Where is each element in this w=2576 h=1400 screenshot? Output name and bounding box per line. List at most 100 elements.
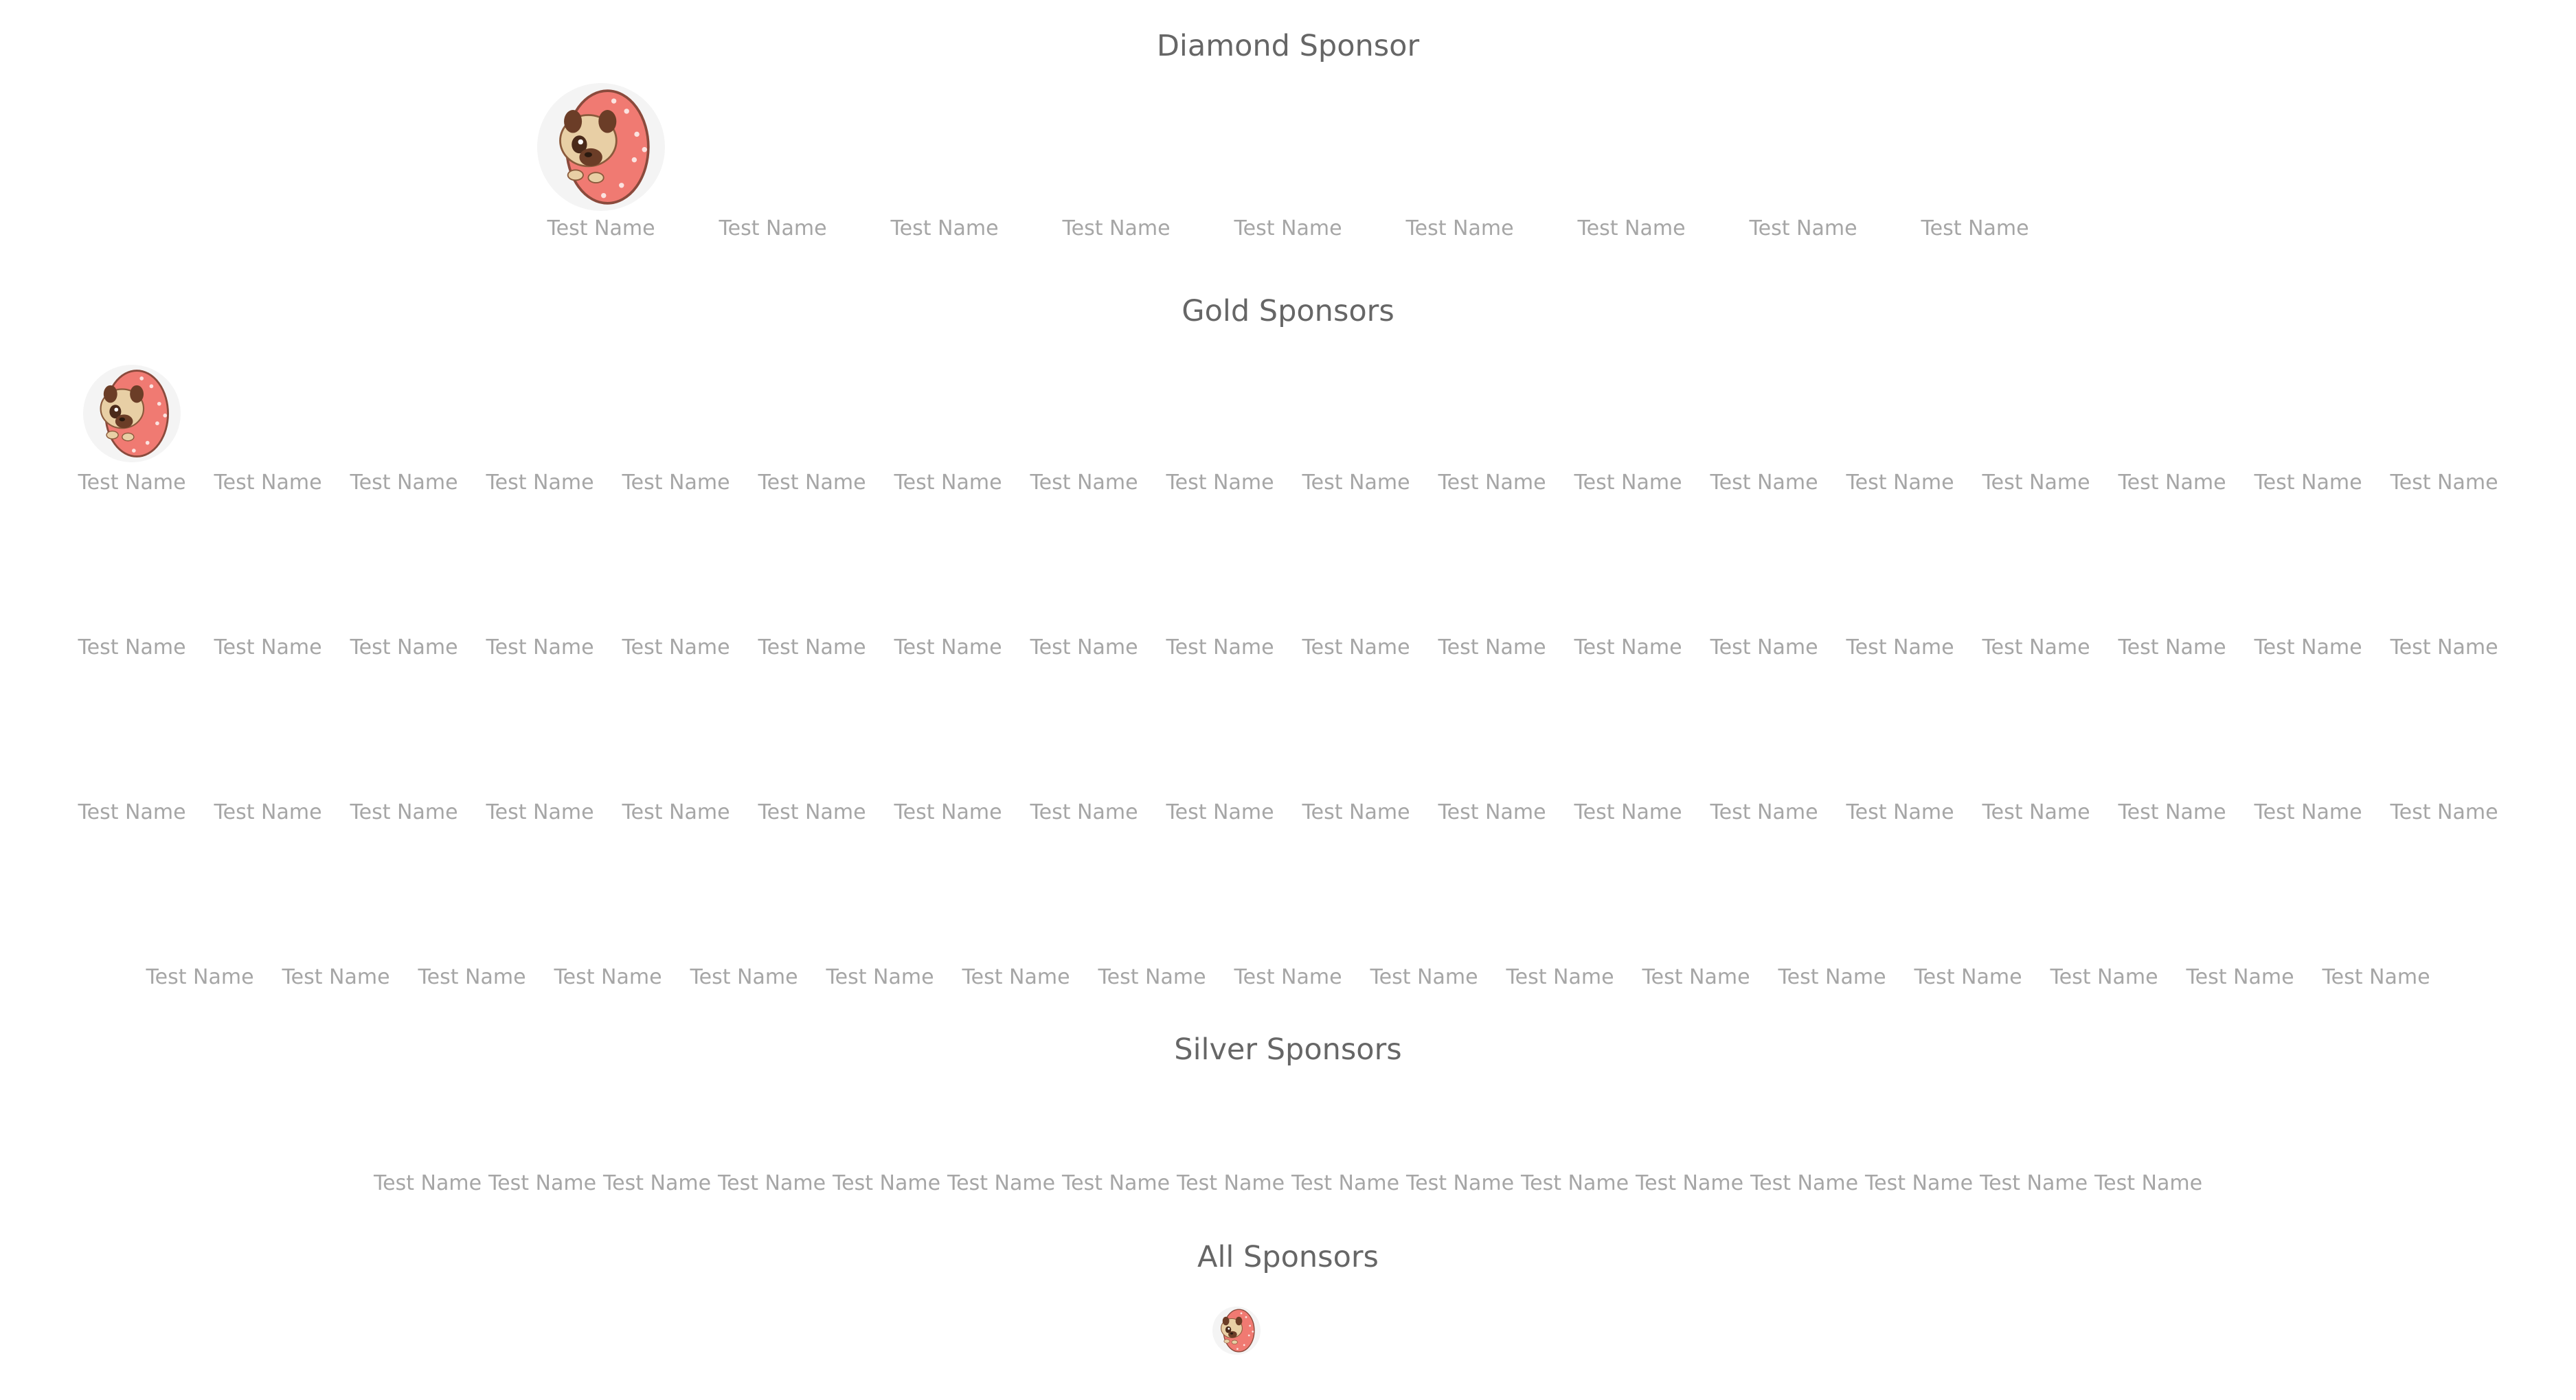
sponsor-item[interactable]: Test Name [608,522,744,659]
sponsor-item[interactable]: Test Name [1492,852,1628,989]
sponsor-item[interactable]: Test Name [2240,687,2376,824]
sponsor-item[interactable]: Test Name [485,1154,600,1195]
sponsor-item[interactable]: Test Name [1517,1154,1632,1195]
sponsor-item[interactable]: Test Name [1968,687,2104,824]
sponsor-item[interactable]: Test Name [472,522,608,659]
sponsor-item[interactable]: Test Name [1220,852,1356,989]
sponsor-item[interactable]: Test Name [1560,357,1696,495]
sponsor-item[interactable]: Test Name [1030,103,1202,240]
sponsor-name: Test Name [717,1171,826,1195]
sponsor-item[interactable]: Test Name [600,1154,714,1195]
sponsor-item[interactable]: Test Name [200,522,336,659]
sponsor-item[interactable]: Test Name [1832,522,1968,659]
sponsor-item[interactable]: Test Name [1152,522,1288,659]
sponsor-item[interactable]: Test Name [1546,103,1717,240]
sponsor-item[interactable]: Test Name [880,522,1016,659]
sponsor-item[interactable]: Test Name [948,852,1084,989]
sponsor-item[interactable]: Test Name [1696,687,1832,824]
all-sponsors-avatar[interactable] [1212,1307,1261,1355]
sponsor-item[interactable]: Test Name [608,687,744,824]
sponsor-item[interactable]: Test Name [1016,357,1152,495]
sponsor-item[interactable]: Test Name [2376,687,2512,824]
sponsor-item[interactable]: Test Name [1632,1154,1747,1195]
sponsor-item[interactable]: Test Name [1832,357,1968,495]
sponsor-item[interactable]: Test Name [1059,1154,1173,1195]
sponsor-item[interactable]: Test Name [1696,522,1832,659]
sponsor-item[interactable]: Test Name [1900,852,2036,989]
sponsor-item[interactable]: Test Name [1560,687,1696,824]
sponsor-item[interactable]: Test Name [132,852,268,989]
sponsor-item[interactable]: Test Name [812,852,948,989]
sponsor-item[interactable]: Test Name [687,103,859,240]
sponsor-item[interactable]: Test Name [1560,522,1696,659]
sponsor-item[interactable]: Test Name [336,357,472,495]
avatar-slot [1394,103,1525,211]
sponsor-item[interactable]: Test Name [515,83,687,240]
sponsor-item[interactable]: Test Name [676,852,812,989]
sponsor-item[interactable]: Test Name [2091,1154,2206,1195]
sponsor-item[interactable]: Test Name [744,687,880,824]
sponsor-item[interactable]: Test Name [200,687,336,824]
sponsor-item[interactable]: Test Name [472,687,608,824]
sponsor-item[interactable]: Test Name [1288,687,1424,824]
sponsor-item[interactable]: Test Name [2104,357,2240,495]
sponsor-item[interactable]: Test Name [1084,852,1220,989]
sponsor-item[interactable]: Test Name [1356,852,1492,989]
sponsor-item[interactable]: Test Name [880,357,1016,495]
sponsor-item[interactable]: Test Name [1862,1154,1976,1195]
sponsor-item[interactable]: Test Name [1016,522,1152,659]
sponsor-item[interactable]: Test Name [880,687,1016,824]
sponsor-item[interactable]: Test Name [1152,357,1288,495]
sponsor-item[interactable]: Test Name [64,687,200,824]
sponsor-item[interactable]: Test Name [2104,522,2240,659]
sponsor-item[interactable]: Test Name [944,1154,1059,1195]
sponsor-item[interactable]: Test Name [1747,1154,1862,1195]
sponsor-item[interactable]: Test Name [1717,103,1889,240]
sponsor-item[interactable]: Test Name [1016,687,1152,824]
sponsor-item[interactable]: Test Name [2104,687,2240,824]
sponsor-item[interactable]: Test Name [1202,103,1374,240]
sponsor-item[interactable]: Test Name [2036,852,2172,989]
sponsor-item[interactable]: Test Name [200,357,336,495]
sponsor-item[interactable]: Test Name [1374,103,1546,240]
sponsor-item[interactable]: Test Name [404,852,540,989]
sponsor-item[interactable]: Test Name [1628,852,1764,989]
sponsor-item[interactable]: Test Name [1288,357,1424,495]
sponsor-item[interactable]: Test Name [1968,522,2104,659]
sponsor-item[interactable]: Test Name [2376,357,2512,495]
sponsor-item[interactable]: Test Name [2240,522,2376,659]
sponsor-item[interactable]: Test Name [540,852,676,989]
sponsor-item[interactable]: Test Name [64,522,200,659]
sponsor-item[interactable]: Test Name [1403,1154,1517,1195]
sponsor-item[interactable]: Test Name [268,852,404,989]
sponsor-item[interactable]: Test Name [859,103,1030,240]
sponsor-item[interactable]: Test Name [1288,1154,1403,1195]
sponsor-item[interactable]: Test Name [1424,357,1560,495]
sponsor-item[interactable]: Test Name [472,357,608,495]
sponsor-item[interactable]: Test Name [1152,687,1288,824]
sponsor-item[interactable]: Test Name [1424,687,1560,824]
sponsor-item[interactable]: Test Name [1424,522,1560,659]
sponsor-item[interactable]: Test Name [336,522,472,659]
sponsor-item[interactable]: Test Name [2172,852,2308,989]
sponsor-item[interactable]: Test Name [1173,1154,1288,1195]
sponsor-item[interactable]: Test Name [714,1154,829,1195]
sponsor-item[interactable]: Test Name [744,357,880,495]
sponsor-item[interactable]: Test Name [2308,852,2444,989]
sponsor-item[interactable]: Test Name [1976,1154,2091,1195]
sponsor-item[interactable]: Test Name [1832,687,1968,824]
sponsor-item[interactable]: Test Name [1889,103,2061,240]
sponsor-item[interactable]: Test Name [336,687,472,824]
sponsor-item[interactable]: Test Name [2240,357,2376,495]
sponsor-item[interactable]: Test Name [370,1154,485,1195]
sponsor-item[interactable]: Test Name [1696,357,1832,495]
sponsor-item[interactable]: Test Name [1968,357,2104,495]
sponsor-item[interactable]: Test Name [608,357,744,495]
sponsor-item[interactable]: Test Name [1288,522,1424,659]
sponsor-item[interactable]: Test Name [1764,852,1900,989]
sponsor-item[interactable]: Test Name [2376,522,2512,659]
sponsor-item[interactable]: Test Name [829,1154,944,1195]
sponsor-item[interactable]: Test Name [744,522,880,659]
sponsor-item[interactable]: Test Name [64,357,200,495]
avatar-slot [1306,363,1406,464]
